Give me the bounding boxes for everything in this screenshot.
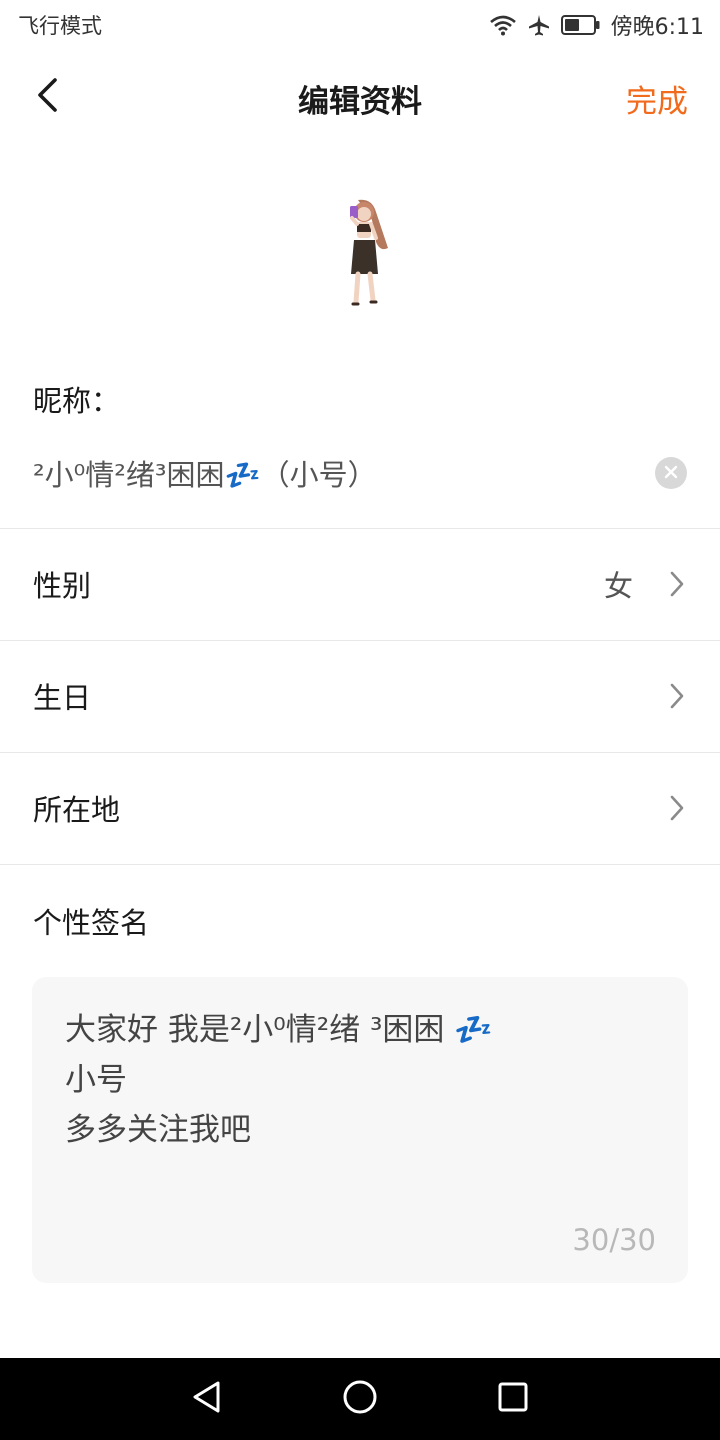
avatar[interactable] [320,190,400,315]
nickname-field[interactable]: ²小⁰情²绪³困困💤（小号） [33,445,687,501]
signature-char-counter: 30/30 [572,1223,656,1257]
chevron-right-icon [667,681,687,711]
airplane-icon [527,13,551,37]
wifi-icon [489,14,517,36]
battery-icon [560,14,601,36]
signature-label: 个性签名 [33,906,150,940]
system-nav-bar [0,1358,720,1440]
page-title: 编辑资料 [298,84,422,120]
location-label: 所在地 [33,793,121,827]
title-bar: 编辑资料 完成 [0,50,720,144]
gender-label: 性别 [33,569,92,603]
signature-line: 大家好 我是²小⁰情²绪 ³困困 💤 [65,1012,493,1048]
gender-value: 女 [603,569,633,603]
status-icons: 傍晚6:11 [489,9,704,41]
recents-square-icon [497,1381,529,1417]
chevron-right-icon [667,569,687,599]
nickname-value[interactable]: ²小⁰情²绪³困困💤（小号） [33,452,377,494]
back-triangle-icon [190,1379,224,1419]
birthday-label: 生日 [33,681,92,715]
status-mode-text: 飞行模式 [18,14,102,38]
done-button[interactable]: 完成 [626,76,688,121]
nav-back-button[interactable] [177,1369,237,1429]
clear-circle-icon [664,464,678,483]
location-row[interactable]: 所在地 [0,753,720,863]
clear-nickname-button[interactable] [655,457,687,489]
edit-profile-screen: 飞行模式 傍晚6:11 编辑资料 完成 昵称： ²小⁰情²绪³困困💤（小号） 性… [0,0,720,1440]
birthday-row[interactable]: 生日 [0,641,720,751]
nav-home-button[interactable] [330,1369,390,1429]
nav-recents-button[interactable] [483,1369,543,1429]
signature-textarea[interactable]: 大家好 我是²小⁰情²绪 ³困困 💤 小号 多多关注我吧 30/30 [32,977,688,1283]
signature-text[interactable]: 大家好 我是²小⁰情²绪 ³困困 💤 小号 多多关注我吧 [65,1005,493,1155]
divider [0,864,720,865]
signature-line: 小号 [65,1062,127,1098]
chevron-right-icon [667,793,687,823]
status-bar: 飞行模式 傍晚6:11 [0,0,720,50]
nickname-label: 昵称： [33,384,121,418]
status-time: 傍晚6:11 [610,15,704,40]
gender-row[interactable]: 性别 女 [0,529,720,639]
home-circle-icon [342,1379,378,1419]
signature-line: 多多关注我吧 [65,1112,251,1148]
